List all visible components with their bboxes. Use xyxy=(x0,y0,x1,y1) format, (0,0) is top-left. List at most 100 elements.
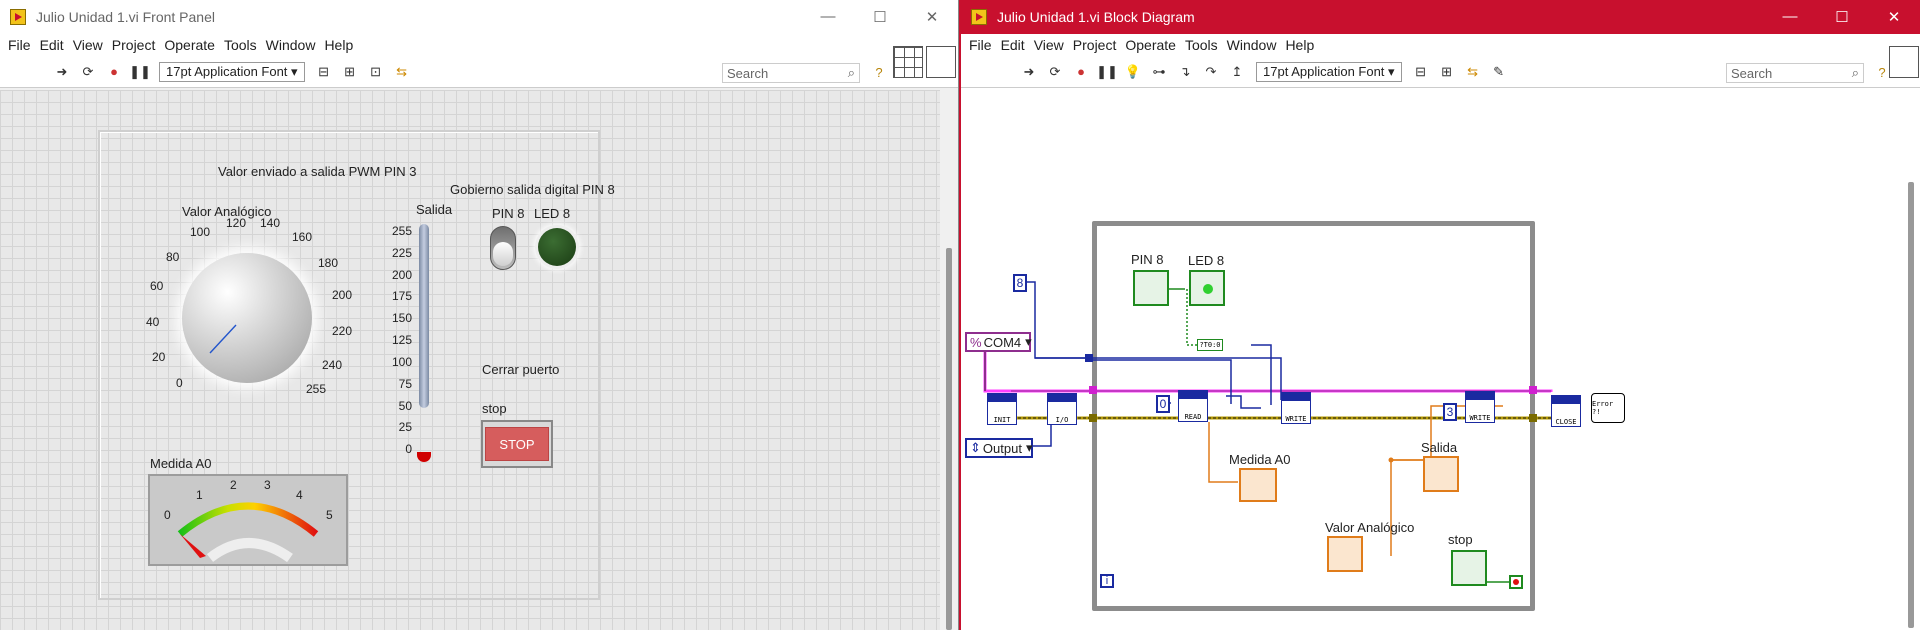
io-subvi[interactable]: I/O xyxy=(1047,393,1077,425)
toolbar: ➜ ⟳ ● ❚❚ 17pt Application Font ▾ ⊟ ⊞ ⊡ ⇆… xyxy=(0,46,958,88)
pin8-toggle-switch[interactable] xyxy=(490,226,516,270)
stop-terminal[interactable] xyxy=(1451,550,1487,586)
step-into-icon[interactable]: ↴ xyxy=(1175,62,1195,82)
simple-error-handler[interactable]: Error ?! xyxy=(1591,393,1625,423)
pin8-label: PIN 8 xyxy=(492,206,525,221)
run-continuously-icon[interactable]: ⟳ xyxy=(1045,62,1065,82)
close-subvi[interactable]: CLOSE xyxy=(1551,395,1581,427)
meter-tick: 1 xyxy=(196,488,203,502)
led8-terminal-label: LED 8 xyxy=(1188,253,1225,268)
mode-enum-output[interactable]: ⇕ Output ▾ xyxy=(965,438,1033,458)
meter-tick: 3 xyxy=(264,478,271,492)
loop-condition-terminal[interactable] xyxy=(1509,575,1523,589)
vi-icon[interactable] xyxy=(926,46,956,78)
menu-project[interactable]: Project xyxy=(112,37,156,53)
abort-icon[interactable]: ● xyxy=(104,62,124,82)
constant-3[interactable]: 3 xyxy=(1443,403,1457,421)
abort-icon[interactable]: ● xyxy=(1071,62,1091,82)
retain-wire-values-icon[interactable]: ⊶ xyxy=(1149,62,1169,82)
align-objects-icon[interactable]: ⊟ xyxy=(1411,62,1431,82)
menu-file[interactable]: File xyxy=(969,37,992,53)
font-select[interactable]: 17pt Application Font ▾ xyxy=(1256,61,1402,82)
connector-pane-icon[interactable] xyxy=(893,46,923,78)
vertical-scrollbar[interactable] xyxy=(1902,90,1920,630)
menu-help[interactable]: Help xyxy=(1285,37,1314,53)
search-icon: ⌕ xyxy=(847,65,855,80)
stop-button[interactable]: STOP xyxy=(481,420,553,468)
knob-tick-60: 60 xyxy=(150,279,164,293)
panel-grid: Valor enviado a salida PWM PIN 3 Gobiern… xyxy=(0,90,940,630)
title-bar[interactable]: Julio Unidad 1.vi Block Diagram — ☐ ✕ xyxy=(961,0,1920,34)
menu-tools[interactable]: Tools xyxy=(224,37,257,53)
font-select[interactable]: 17pt Application Font ▾ xyxy=(159,61,305,82)
pause-icon[interactable]: ❚❚ xyxy=(1096,62,1118,82)
clean-up-diagram-icon[interactable]: ✎ xyxy=(1489,62,1509,82)
menu-view[interactable]: View xyxy=(1034,37,1064,53)
meter-label: Medida A0 xyxy=(150,456,212,471)
resize-objects-icon[interactable]: ⊡ xyxy=(366,62,386,82)
meter-tick: 0 xyxy=(164,508,171,522)
meter-arc xyxy=(177,502,319,563)
reorder-icon[interactable]: ⇆ xyxy=(1463,62,1483,82)
knob-tick-255: 255 xyxy=(306,382,327,396)
scrollbar-thumb[interactable] xyxy=(946,248,952,630)
pin8-terminal[interactable] xyxy=(1133,270,1169,306)
scrollbar-thumb[interactable] xyxy=(1908,182,1914,628)
menu-file[interactable]: File xyxy=(8,37,31,53)
menu-edit[interactable]: Edit xyxy=(1001,37,1025,53)
valor-analogico-terminal[interactable] xyxy=(1327,536,1363,572)
highlight-execution-icon[interactable]: 💡 xyxy=(1123,62,1143,82)
menu-window[interactable]: Window xyxy=(266,37,316,53)
distribute-objects-icon[interactable]: ⊞ xyxy=(340,62,360,82)
align-objects-icon[interactable]: ⊟ xyxy=(314,62,334,82)
run-continuously-icon[interactable]: ⟳ xyxy=(78,62,98,82)
vertical-scrollbar[interactable] xyxy=(940,90,958,630)
init-subvi[interactable]: INIT xyxy=(987,393,1017,425)
led-indicator-icon xyxy=(1203,284,1213,294)
write-digital-subvi[interactable]: WRITE xyxy=(1281,392,1311,424)
constant-0[interactable]: 0 xyxy=(1156,395,1170,413)
help-icon[interactable]: ? xyxy=(869,62,889,82)
step-out-icon[interactable]: ↥ xyxy=(1227,62,1247,82)
title-bar[interactable]: Julio Unidad 1.vi Front Panel — ☐ ✕ xyxy=(0,0,958,34)
visa-resource-com4[interactable]: % COM4 ▾ xyxy=(965,332,1032,352)
maximize-button[interactable]: ☐ xyxy=(854,8,906,26)
menu-view[interactable]: View xyxy=(73,37,103,53)
run-arrow-icon[interactable]: ➜ xyxy=(52,62,72,82)
close-button[interactable]: ✕ xyxy=(906,8,958,26)
vi-icon[interactable] xyxy=(1889,46,1919,78)
salida-terminal[interactable] xyxy=(1423,456,1459,492)
slider-label: Salida xyxy=(416,202,453,217)
valor-analogico-knob[interactable] xyxy=(182,253,312,383)
medida-a0-terminal[interactable] xyxy=(1239,468,1277,502)
constant-8[interactable]: 8 xyxy=(1013,274,1027,292)
slider-tick: 150 xyxy=(391,311,412,325)
minimize-button[interactable]: — xyxy=(1764,8,1816,26)
menu-window[interactable]: Window xyxy=(1227,37,1277,53)
menu-tools[interactable]: Tools xyxy=(1185,37,1218,53)
run-arrow-icon[interactable]: ➜ xyxy=(1019,62,1039,82)
write-pwm-subvi[interactable]: WRITE xyxy=(1465,391,1495,423)
front-panel-window: Julio Unidad 1.vi Front Panel — ☐ ✕ File… xyxy=(0,0,959,630)
reorder-icon[interactable]: ⇆ xyxy=(392,62,412,82)
distribute-objects-icon[interactable]: ⊞ xyxy=(1437,62,1457,82)
chevron-down-icon: ▾ xyxy=(1025,334,1032,349)
pause-icon[interactable]: ❚❚ xyxy=(129,62,151,82)
step-over-icon[interactable]: ↷ xyxy=(1201,62,1221,82)
menu-operate[interactable]: Operate xyxy=(1125,37,1176,53)
menu-edit[interactable]: Edit xyxy=(40,37,64,53)
bool-to-number[interactable]: ?T0:0 xyxy=(1197,339,1223,351)
menu-help[interactable]: Help xyxy=(324,37,353,53)
menu-project[interactable]: Project xyxy=(1073,37,1117,53)
close-button[interactable]: ✕ xyxy=(1868,8,1920,26)
maximize-button[interactable]: ☐ xyxy=(1816,8,1868,26)
close-port-label: Cerrar puerto xyxy=(482,362,560,377)
minimize-button[interactable]: — xyxy=(802,8,854,26)
search-input[interactable]: Search ⌕ xyxy=(722,63,860,83)
led8-terminal[interactable] xyxy=(1189,270,1225,306)
read-subvi[interactable]: READ xyxy=(1178,390,1208,422)
visa-ring-icon: % xyxy=(970,334,982,350)
search-input[interactable]: Search ⌕ xyxy=(1726,63,1864,83)
menu-operate[interactable]: Operate xyxy=(164,37,215,53)
diagram-canvas: 8 % COM4 ▾ ⇕ Output ▾ 0 3 INIT I/O READ WRIT… xyxy=(961,90,1902,630)
